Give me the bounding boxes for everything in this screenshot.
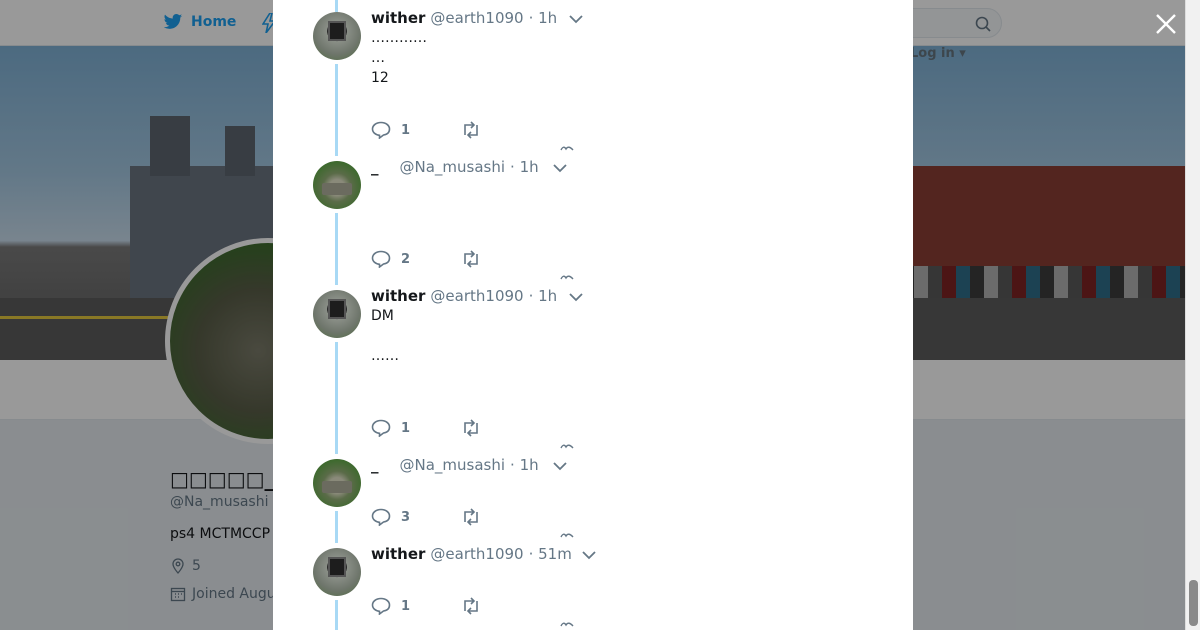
reply-button[interactable]: 1 bbox=[371, 121, 461, 139]
tweet-timestamp[interactable]: · 1h bbox=[510, 158, 539, 176]
thread-line bbox=[335, 600, 338, 630]
chevron-down-icon[interactable] bbox=[569, 14, 583, 24]
tweet-author-name[interactable]: _ bbox=[371, 158, 379, 176]
tweet-author-handle[interactable]: @earth1090 bbox=[430, 9, 523, 27]
chevron-down-icon[interactable] bbox=[553, 461, 567, 471]
like-icon[interactable] bbox=[560, 621, 574, 627]
reply-button[interactable]: 3 bbox=[371, 508, 461, 526]
thread-line bbox=[335, 342, 338, 454]
reply-count: 3 bbox=[401, 509, 411, 525]
reply-count: 2 bbox=[401, 251, 411, 267]
tweet-author-handle[interactable]: @Na_musashi bbox=[400, 456, 506, 474]
tweet-actions: 1 bbox=[371, 419, 481, 437]
reply-icon bbox=[371, 121, 391, 139]
tweet-text: DM …… bbox=[371, 308, 399, 364]
reply-icon bbox=[371, 508, 391, 526]
tweet-text: ………… … 12 bbox=[371, 30, 427, 86]
chevron-down-icon[interactable] bbox=[582, 550, 596, 560]
reply-button[interactable]: 1 bbox=[371, 597, 461, 615]
tweet-header: _ @Na_musashi · 1h bbox=[371, 456, 539, 474]
like-icon[interactable] bbox=[560, 145, 574, 151]
tweet-header: wither @earth1090 · 51m bbox=[371, 545, 572, 563]
chevron-down-icon[interactable] bbox=[553, 163, 567, 173]
reply-icon bbox=[371, 597, 391, 615]
tweet-author-name[interactable]: _ bbox=[371, 456, 379, 474]
reply-button[interactable]: 1 bbox=[371, 419, 461, 437]
tweet-author-name[interactable]: wither bbox=[371, 545, 425, 563]
tweet-author-handle[interactable]: @earth1090 bbox=[430, 287, 523, 305]
tweet-timestamp[interactable]: · 1h bbox=[529, 9, 558, 27]
tweet-timestamp[interactable]: · 1h bbox=[529, 287, 558, 305]
close-icon[interactable] bbox=[1154, 12, 1178, 36]
retweet-icon[interactable] bbox=[461, 508, 481, 526]
reply-icon bbox=[371, 250, 391, 268]
reply-count: 1 bbox=[401, 420, 411, 436]
thread-line bbox=[335, 511, 338, 543]
tweet-author-name[interactable]: wither bbox=[371, 287, 425, 305]
reply-icon bbox=[371, 419, 391, 437]
wither-avatar[interactable] bbox=[313, 548, 361, 596]
retweet-icon[interactable] bbox=[461, 419, 481, 437]
like-icon[interactable] bbox=[560, 532, 574, 538]
like-icon[interactable] bbox=[560, 443, 574, 449]
scrollbar-thumb[interactable] bbox=[1189, 580, 1198, 626]
wither-avatar[interactable] bbox=[313, 12, 361, 60]
tweet-actions: 1 bbox=[371, 121, 481, 139]
thread-line bbox=[335, 0, 338, 12]
wither-avatar[interactable] bbox=[313, 290, 361, 338]
tweet-actions: 2 bbox=[371, 250, 481, 268]
retweet-icon[interactable] bbox=[461, 597, 481, 615]
retweet-icon[interactable] bbox=[461, 250, 481, 268]
reply-count: 1 bbox=[401, 598, 411, 614]
reply-count: 1 bbox=[401, 122, 411, 138]
tweet-actions: 3 bbox=[371, 508, 481, 526]
conversation-modal: wither @earth1090 · 1h ………… … 12 1 _ @Na… bbox=[273, 0, 913, 630]
thread-line bbox=[335, 213, 338, 285]
thread-line bbox=[335, 64, 338, 156]
tank-avatar[interactable] bbox=[313, 459, 361, 507]
tank-avatar[interactable] bbox=[313, 161, 361, 209]
chevron-down-icon[interactable] bbox=[569, 292, 583, 302]
tweet-header: wither @earth1090 · 1h bbox=[371, 9, 557, 27]
tweet-author-handle[interactable]: @Na_musashi bbox=[400, 158, 506, 176]
tweet-header: wither @earth1090 · 1h bbox=[371, 287, 557, 305]
tweet-author-name[interactable]: wither bbox=[371, 9, 425, 27]
reply-button[interactable]: 2 bbox=[371, 250, 461, 268]
tweet-timestamp[interactable]: · 51m bbox=[529, 545, 572, 563]
retweet-icon[interactable] bbox=[461, 121, 481, 139]
page-scrollbar[interactable] bbox=[1185, 0, 1200, 630]
tweet-actions: 1 bbox=[371, 597, 481, 615]
tweet-header: _ @Na_musashi · 1h bbox=[371, 158, 539, 176]
like-icon[interactable] bbox=[560, 274, 574, 280]
tweet-timestamp[interactable]: · 1h bbox=[510, 456, 539, 474]
tweet-author-handle[interactable]: @earth1090 bbox=[430, 545, 523, 563]
